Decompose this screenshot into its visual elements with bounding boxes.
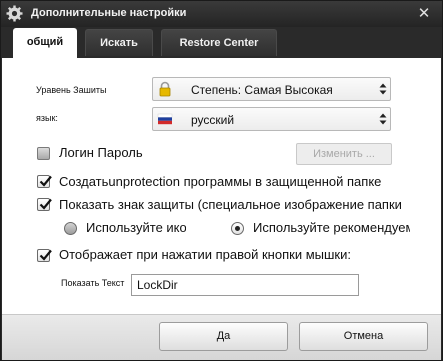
language-label: язык: [36, 113, 58, 123]
show-text-input[interactable] [131, 274, 359, 296]
russian-flag-icon [157, 111, 173, 127]
radio-dot [235, 226, 240, 231]
login-password-checkbox[interactable] [37, 147, 50, 160]
language-select[interactable]: русский [152, 107, 391, 131]
protection-level-value: Степень: Самая Высокая [191, 83, 333, 97]
tab-search[interactable]: Искать [85, 29, 153, 56]
login-password-label: Логин Пароль [59, 145, 143, 160]
context-menu-label: Отображает при нажатии правой кнопки мыш… [59, 247, 351, 262]
updown-arrow-icon [378, 81, 388, 97]
checkmark-icon [39, 249, 52, 261]
create-unprotection-checkbox[interactable] [37, 175, 52, 188]
updown-arrow-icon [378, 111, 388, 127]
close-icon: ✕ [417, 5, 431, 22]
radio-use-icon-label: Используйте иконку [86, 220, 186, 235]
show-sign-label: Показать знак защиты (специальное изобра… [59, 197, 402, 212]
ok-button[interactable]: Да [159, 322, 288, 351]
close-button[interactable]: ✕ [414, 4, 434, 24]
settings-dialog: Дополнительные настройки ✕ общий Искать … [0, 0, 443, 361]
create-unprotection-label: Создатьunprotection программы в защищенн… [59, 174, 382, 189]
tab-general[interactable]: общий [13, 28, 77, 59]
change-password-button[interactable]: Изменить ... [296, 143, 392, 165]
radio-use-recommended[interactable] [231, 222, 244, 235]
checkmark-icon [39, 175, 52, 187]
tab-restore-center[interactable]: Restore Center [161, 29, 277, 56]
radio-use-icon[interactable] [64, 222, 77, 235]
padlock-icon [157, 81, 173, 97]
title-bar[interactable]: Дополнительные настройки ✕ [1, 1, 442, 27]
language-value: русский [191, 113, 235, 127]
window-title: Дополнительные настройки [31, 7, 187, 19]
protection-level-label: Уравень Зашиты [36, 85, 107, 95]
radio-use-recommended-label: Используйте рекомендуемое [253, 220, 410, 235]
context-menu-checkbox[interactable] [37, 249, 52, 262]
checkmark-icon [39, 198, 52, 210]
tab-bar: общий Искать Restore Center [1, 27, 442, 59]
gear-icon [6, 5, 23, 22]
show-sign-checkbox[interactable] [37, 198, 52, 211]
cancel-button[interactable]: Отмена [299, 322, 428, 351]
protection-level-select[interactable]: Степень: Самая Высокая [152, 77, 391, 101]
show-text-label: Показать Текст [61, 278, 125, 288]
